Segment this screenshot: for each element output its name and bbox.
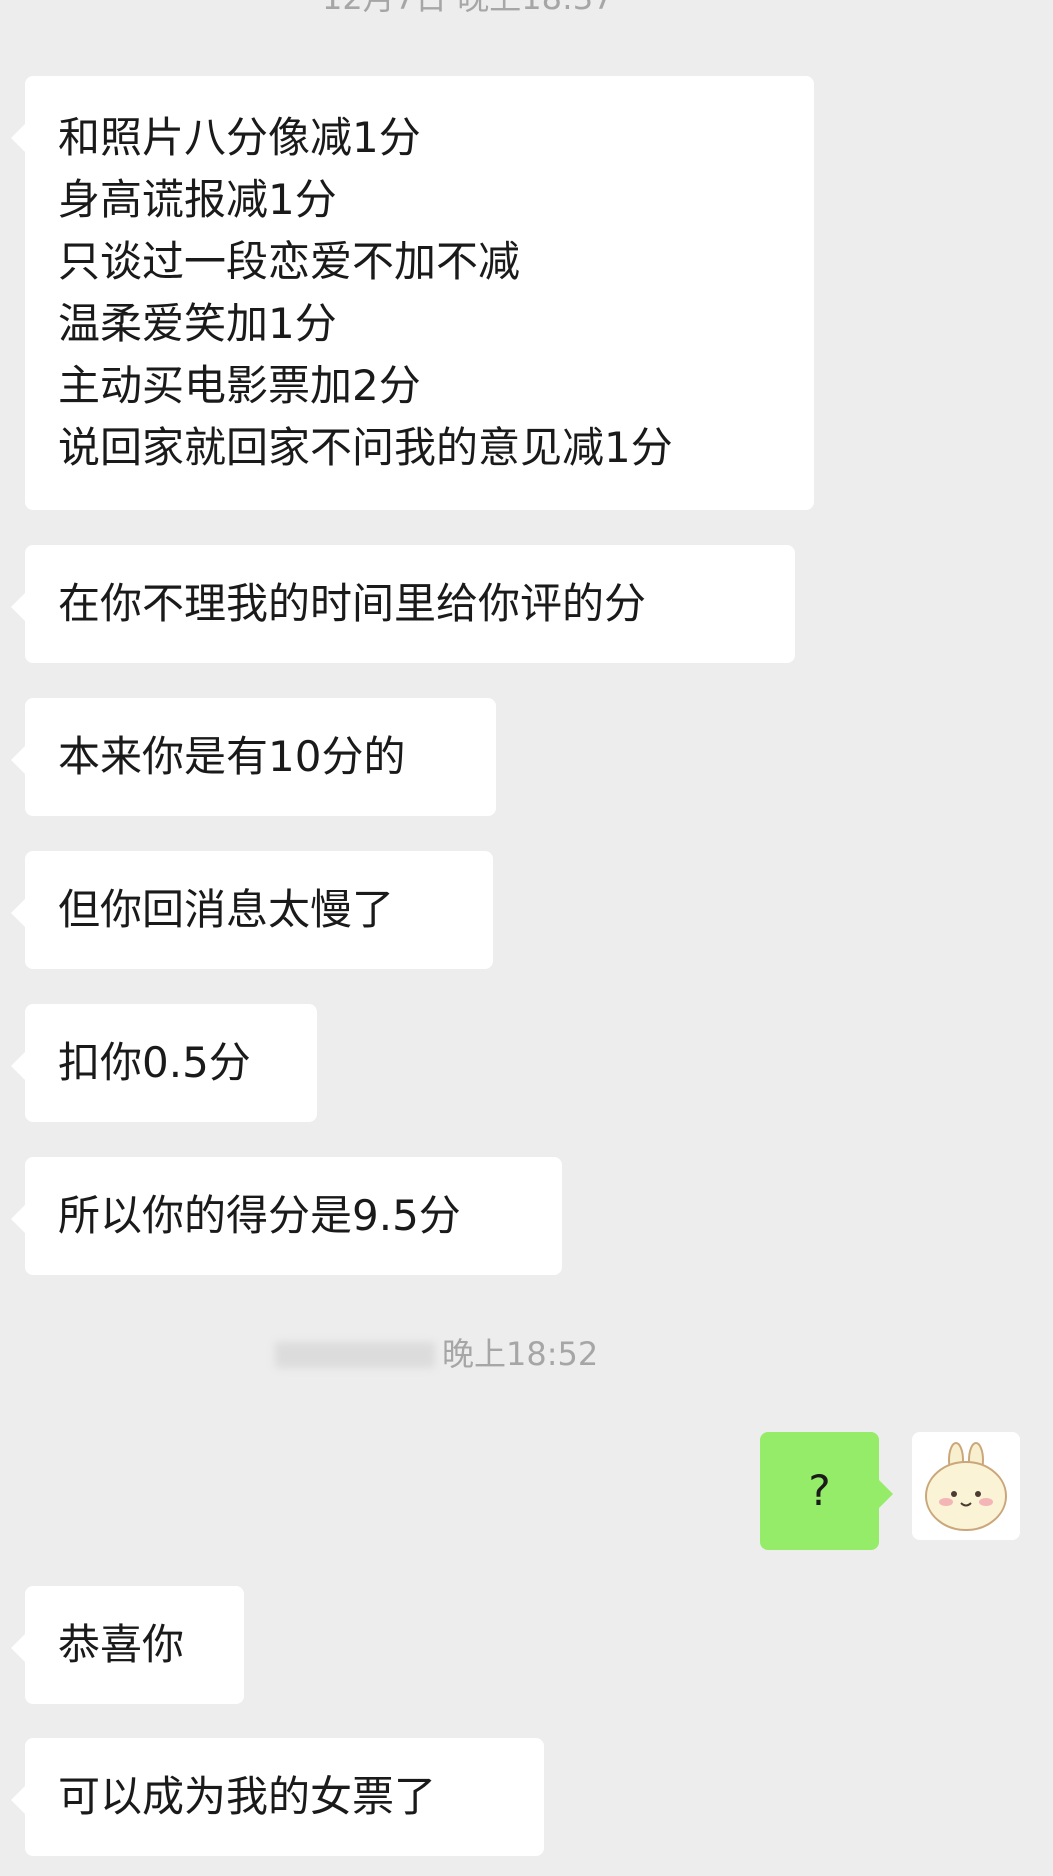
message-bubble[interactable]: 本来你是有10分的: [11, 698, 496, 816]
message-text: 所以你的得分是9.5分: [58, 1191, 461, 1240]
message-bubble[interactable]: 扣你0.5分: [11, 1004, 317, 1122]
message-line: 说回家就回家不问我的意见减1分: [58, 423, 673, 472]
message-bubble-score-list[interactable]: 和照片八分像减1分 身高谎报减1分 只谈过一段恋爱不加不减 温柔爱笑加1分 主动…: [11, 76, 814, 510]
bunny-avatar-graphic: [912, 1432, 1020, 1540]
message-bubble[interactable]: 恭喜你: [11, 1586, 244, 1704]
chat-screen: 12月7日 晚上18:37 和照片八分像减1分 身高谎报减1分 只谈过一段恋爱不…: [0, 0, 1053, 1876]
message-text: 扣你0.5分: [58, 1038, 251, 1087]
message-bubble-mine[interactable]: ?: [760, 1432, 893, 1550]
timestamp-mid: 晚上18:52: [442, 1335, 599, 1373]
message-text: ?: [808, 1466, 831, 1515]
message-bubble[interactable]: 所以你的得分是9.5分: [11, 1157, 562, 1275]
message-text: 可以成为我的女票了: [58, 1772, 437, 1821]
bunny-avatar-icon[interactable]: [912, 1432, 1020, 1540]
message-bubble[interactable]: 可以成为我的女票了: [11, 1738, 544, 1856]
timestamp-top: 12月7日 晚上18:37: [322, 0, 613, 18]
message-bubble[interactable]: 但你回消息太慢了: [11, 851, 493, 969]
message-line: 主动买电影票加2分: [58, 361, 421, 410]
redacted-date: [275, 1342, 435, 1368]
message-line: 和照片八分像减1分: [58, 113, 421, 162]
message-line: 身高谎报减1分: [58, 175, 337, 224]
message-line: 只谈过一段恋爱不加不减: [58, 237, 521, 286]
message-text: 在你不理我的时间里给你评的分: [58, 579, 647, 628]
message-bubble[interactable]: 在你不理我的时间里给你评的分: [11, 545, 795, 663]
message-text: 恭喜你: [58, 1620, 185, 1669]
message-text: 但你回消息太慢了: [58, 885, 395, 934]
message-text: 本来你是有10分的: [58, 732, 406, 781]
message-line: 温柔爱笑加1分: [58, 299, 337, 348]
